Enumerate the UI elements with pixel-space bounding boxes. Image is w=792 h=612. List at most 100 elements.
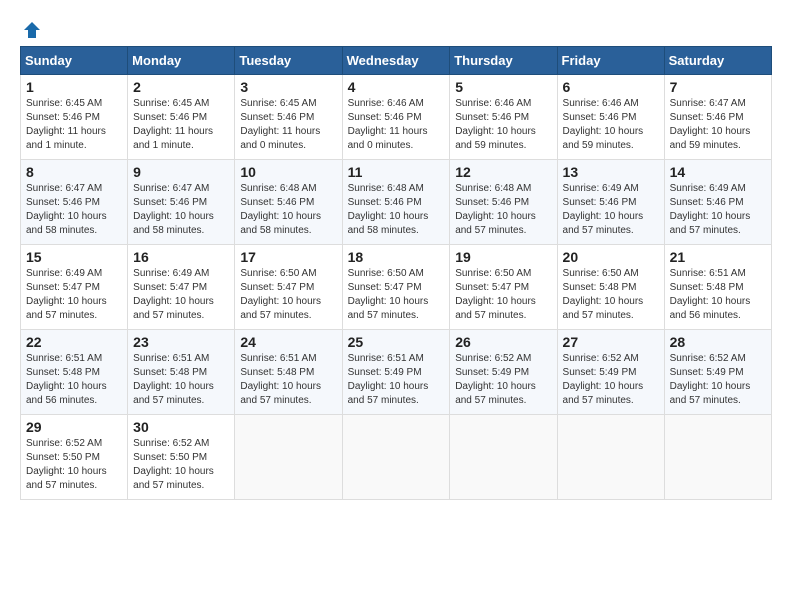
day-info: Sunrise: 6:45 AMSunset: 5:46 PMDaylight:…: [133, 97, 229, 153]
day-info: Sunrise: 6:52 AMSunset: 5:50 PMDaylight:…: [26, 437, 122, 493]
logo-icon: [22, 20, 42, 40]
day-number: 15: [26, 249, 122, 265]
day-info: Sunrise: 6:49 AMSunset: 5:47 PMDaylight:…: [26, 267, 122, 323]
calendar-cell: 18 Sunrise: 6:50 AMSunset: 5:47 PMDayligh…: [342, 245, 450, 330]
calendar-cell: 25 Sunrise: 6:51 AMSunset: 5:49 PMDayligh…: [342, 330, 450, 415]
day-info: Sunrise: 6:52 AMSunset: 5:49 PMDaylight:…: [455, 352, 551, 408]
day-info: Sunrise: 6:47 AMSunset: 5:46 PMDaylight:…: [670, 97, 766, 153]
week-row-5: 29Sunrise: 6:52 AMSunset: 5:50 PMDayligh…: [21, 415, 772, 500]
day-number: 16: [133, 249, 229, 265]
day-info: Sunrise: 6:50 AMSunset: 5:48 PMDaylight:…: [563, 267, 659, 323]
day-info: Sunrise: 6:51 AMSunset: 5:48 PMDaylight:…: [670, 267, 766, 323]
day-number: 17: [240, 249, 336, 265]
week-row-1: 1 Sunrise: 6:45 AMSunset: 5:46 PMDaylight…: [21, 75, 772, 160]
calendar-cell: [664, 415, 771, 500]
day-number: 28: [670, 334, 766, 350]
day-number: 3: [240, 79, 336, 95]
week-row-3: 15 Sunrise: 6:49 AMSunset: 5:47 PMDayligh…: [21, 245, 772, 330]
calendar-cell: 22Sunrise: 6:51 AMSunset: 5:48 PMDayligh…: [21, 330, 128, 415]
calendar-cell: 9Sunrise: 6:47 AMSunset: 5:46 PMDaylight…: [128, 160, 235, 245]
day-number: 12: [455, 164, 551, 180]
week-row-4: 22 Sunrise: 6:51 AMSunset: 5:48 PMDayligh…: [21, 330, 772, 415]
column-header-sunday: Sunday: [21, 47, 128, 75]
day-info: Sunrise: 6:46 AMSunset: 5:46 PMDaylight:…: [348, 97, 445, 153]
day-number: 30: [133, 419, 229, 435]
day-info: Sunrise: 6:51 AMSunset: 5:49 PMDaylight:…: [348, 352, 445, 408]
calendar-cell: 5Sunrise: 6:46 AMSunset: 5:46 PMDaylight…: [450, 75, 557, 160]
calendar-cell: 4 Sunrise: 6:46 AMSunset: 5:46 PMDaylight…: [342, 75, 450, 160]
day-number: 25: [348, 334, 445, 350]
column-header-wednesday: Wednesday: [342, 47, 450, 75]
day-info: Sunrise: 6:51 AMSunset: 5:48 PMDaylight:…: [133, 352, 229, 408]
day-number: 18: [348, 249, 445, 265]
calendar-cell: [557, 415, 664, 500]
calendar-cell: 11Sunrise: 6:48 AMSunset: 5:46 PMDayligh…: [342, 160, 450, 245]
day-number: 22: [26, 334, 122, 350]
day-number: 23: [133, 334, 229, 350]
calendar-cell: 14Sunrise: 6:49 AMSunset: 5:46 PMDayligh…: [664, 160, 771, 245]
day-info: Sunrise: 6:47 AMSunset: 5:46 PMDaylight:…: [133, 182, 229, 238]
day-info: Sunrise: 6:50 AMSunset: 5:47 PMDaylight:…: [348, 267, 445, 323]
day-number: 24: [240, 334, 336, 350]
calendar-cell: 24 Sunrise: 6:51 AMSunset: 5:48 PMDayligh…: [235, 330, 342, 415]
calendar-cell: 15 Sunrise: 6:49 AMSunset: 5:47 PMDayligh…: [21, 245, 128, 330]
calendar-cell: 17 Sunrise: 6:50 AMSunset: 5:47 PMDayligh…: [235, 245, 342, 330]
column-header-friday: Friday: [557, 47, 664, 75]
logo: [20, 20, 42, 36]
day-number: 14: [670, 164, 766, 180]
calendar-cell: 6Sunrise: 6:46 AMSunset: 5:46 PMDaylight…: [557, 75, 664, 160]
day-number: 7: [670, 79, 766, 95]
day-info: Sunrise: 6:48 AMSunset: 5:46 PMDaylight:…: [455, 182, 551, 238]
day-number: 27: [563, 334, 659, 350]
calendar-table: SundayMondayTuesdayWednesdayThursdayFrid…: [20, 46, 772, 500]
column-header-monday: Monday: [128, 47, 235, 75]
day-number: 21: [670, 249, 766, 265]
day-number: 19: [455, 249, 551, 265]
calendar-cell: 28 Sunrise: 6:52 AMSunset: 5:49 PMDayligh…: [664, 330, 771, 415]
calendar-header-row: SundayMondayTuesdayWednesdayThursdayFrid…: [21, 47, 772, 75]
day-number: 8: [26, 164, 122, 180]
calendar-cell: 29Sunrise: 6:52 AMSunset: 5:50 PMDayligh…: [21, 415, 128, 500]
column-header-saturday: Saturday: [664, 47, 771, 75]
day-info: Sunrise: 6:50 AMSunset: 5:47 PMDaylight:…: [240, 267, 336, 323]
day-info: Sunrise: 6:52 AMSunset: 5:49 PMDaylight:…: [563, 352, 659, 408]
day-info: Sunrise: 6:48 AMSunset: 5:46 PMDaylight:…: [348, 182, 445, 238]
day-number: 26: [455, 334, 551, 350]
calendar-cell: [235, 415, 342, 500]
calendar-cell: 20Sunrise: 6:50 AMSunset: 5:48 PMDayligh…: [557, 245, 664, 330]
calendar-cell: 19 Sunrise: 6:50 AMSunset: 5:47 PMDayligh…: [450, 245, 557, 330]
week-row-2: 8 Sunrise: 6:47 AMSunset: 5:46 PMDaylight…: [21, 160, 772, 245]
calendar-cell: 13 Sunrise: 6:49 AMSunset: 5:46 PMDayligh…: [557, 160, 664, 245]
day-info: Sunrise: 6:49 AMSunset: 5:46 PMDaylight:…: [563, 182, 659, 238]
day-number: 2: [133, 79, 229, 95]
column-header-thursday: Thursday: [450, 47, 557, 75]
calendar-cell: 7 Sunrise: 6:47 AMSunset: 5:46 PMDaylight…: [664, 75, 771, 160]
day-info: Sunrise: 6:51 AMSunset: 5:48 PMDaylight:…: [240, 352, 336, 408]
calendar-cell: 12 Sunrise: 6:48 AMSunset: 5:46 PMDayligh…: [450, 160, 557, 245]
calendar-cell: 26 Sunrise: 6:52 AMSunset: 5:49 PMDayligh…: [450, 330, 557, 415]
calendar-cell: 10 Sunrise: 6:48 AMSunset: 5:46 PMDayligh…: [235, 160, 342, 245]
day-info: Sunrise: 6:47 AMSunset: 5:46 PMDaylight:…: [26, 182, 122, 238]
day-info: Sunrise: 6:52 AMSunset: 5:49 PMDaylight:…: [670, 352, 766, 408]
calendar-cell: [342, 415, 450, 500]
calendar-cell: 27 Sunrise: 6:52 AMSunset: 5:49 PMDayligh…: [557, 330, 664, 415]
day-info: Sunrise: 6:45 AMSunset: 5:46 PMDaylight:…: [240, 97, 336, 153]
day-info: Sunrise: 6:45 AMSunset: 5:46 PMDaylight:…: [26, 97, 122, 153]
calendar-cell: 16 Sunrise: 6:49 AMSunset: 5:47 PMDayligh…: [128, 245, 235, 330]
header: [20, 20, 772, 36]
calendar-cell: 23 Sunrise: 6:51 AMSunset: 5:48 PMDayligh…: [128, 330, 235, 415]
day-info: Sunrise: 6:49 AMSunset: 5:47 PMDaylight:…: [133, 267, 229, 323]
calendar-cell: 21 Sunrise: 6:51 AMSunset: 5:48 PMDayligh…: [664, 245, 771, 330]
day-info: Sunrise: 6:50 AMSunset: 5:47 PMDaylight:…: [455, 267, 551, 323]
calendar-cell: 8 Sunrise: 6:47 AMSunset: 5:46 PMDaylight…: [21, 160, 128, 245]
day-number: 13: [563, 164, 659, 180]
day-info: Sunrise: 6:46 AMSunset: 5:46 PMDaylight:…: [455, 97, 551, 153]
day-number: 1: [26, 79, 122, 95]
day-number: 6: [563, 79, 659, 95]
day-number: 4: [348, 79, 445, 95]
column-header-tuesday: Tuesday: [235, 47, 342, 75]
day-info: Sunrise: 6:48 AMSunset: 5:46 PMDaylight:…: [240, 182, 336, 238]
calendar-cell: 30 Sunrise: 6:52 AMSunset: 5:50 PMDayligh…: [128, 415, 235, 500]
day-number: 10: [240, 164, 336, 180]
day-info: Sunrise: 6:52 AMSunset: 5:50 PMDaylight:…: [133, 437, 229, 493]
